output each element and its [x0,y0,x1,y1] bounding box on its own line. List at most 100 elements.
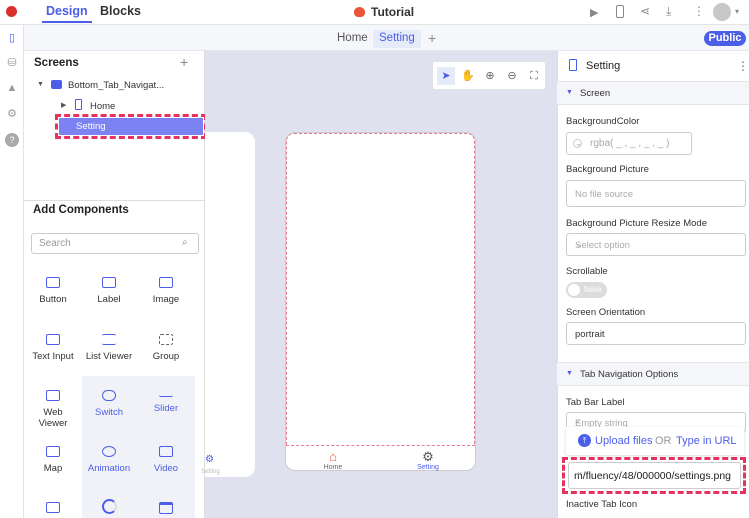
section-collapse-icon: ▼ [566,89,573,96]
resize-mode-select[interactable]: Select option ⌄ [566,233,746,256]
label-icon [102,277,116,288]
zoom-in-icon[interactable]: ⊕ [483,69,497,83]
upload-icon: ⤒ [578,434,591,447]
home-preview-settings-icon: ⚙ [205,454,214,465]
switch-icon [102,390,116,401]
search-placeholder: Search [39,238,71,249]
image-assets-icon[interactable]: ▲ [5,81,19,95]
component-label[interactable]: Label [84,277,134,305]
component-list-viewer[interactable]: List Viewer [84,334,134,362]
component-group[interactable]: Group [141,334,191,362]
screens-rail-icon[interactable]: ▯ [5,31,19,45]
screen-section-header[interactable]: ▼ Screen [557,81,749,105]
group-icon [159,334,173,345]
project-icon [354,7,365,17]
nav-home[interactable]: ⌂ Home [313,450,353,471]
icon-url-input[interactable]: m/fluency/48/000000/settings.png × [568,462,741,489]
scrollable-toggle[interactable]: false [566,282,607,298]
component-switch[interactable]: Switch [84,390,134,418]
add-screen-tab-button[interactable]: + [428,30,436,46]
component-text-input[interactable]: Text Input [28,334,78,362]
tab-design[interactable]: Design [42,4,92,23]
component-map[interactable]: Map [28,446,78,474]
screen-props-icon [569,59,577,71]
settings-gear-icon[interactable]: ⚙ [5,107,19,121]
tab-bar-label-label: Tab Bar Label [566,397,625,408]
component-web-viewer[interactable]: Web Viewer [28,390,78,429]
spinner-icon[interactable] [102,499,117,514]
fit-screen-icon[interactable]: ⛶ [527,69,541,83]
home-screen-preview[interactable]: ⚙ Setting [201,132,255,477]
text-input-icon [46,334,60,345]
component-video[interactable]: Video [141,446,191,474]
button-icon [46,277,60,288]
bg-color-picker[interactable]: rgba( _ , _ , _ , _ ) ⌄ [566,132,692,155]
slider-icon [159,390,173,397]
or-separator: OR [655,435,672,447]
play-icon[interactable]: ▶ [590,6,598,19]
component-animation[interactable]: Animation [84,446,134,474]
tree-collapse-icon[interactable]: ▶ [61,101,66,109]
setting-screen-body[interactable] [286,133,475,446]
inactive-tab-icon-label: Inactive Tab Icon [566,499,638,510]
project-title: Tutorial [371,5,415,19]
screen-tab-home[interactable]: Home [331,30,374,48]
tree-expand-icon[interactable]: ▼ [37,81,44,88]
orientation-label: Screen Orientation [566,307,646,318]
nav-setting[interactable]: ⚙ Setting [408,450,448,471]
tab-blocks[interactable]: Blocks [100,4,141,18]
screen-icon [75,99,82,110]
properties-more-icon[interactable]: ⋮ [737,59,749,73]
screens-panel-title: Screens [34,57,79,69]
download-icon[interactable]: ⤓ [666,4,671,19]
zoom-out-icon[interactable]: ⊖ [505,69,519,83]
image-icon [159,277,173,288]
bg-color-label: BackgroundColor [566,116,640,127]
left-rail: ▯ ⛁ ▲ ⚙ ? [0,25,24,518]
tree-item-home[interactable]: Home [90,101,115,112]
navigator-icon [51,80,62,89]
database-icon[interactable]: ⛁ [5,56,19,70]
select-pointer-icon[interactable]: ➤ [437,67,455,85]
component-button[interactable]: Button [28,277,78,305]
add-screen-button[interactable]: + [180,54,188,70]
calendar-icon[interactable] [159,502,173,514]
help-icon[interactable]: ? [5,133,19,147]
screen-tab-setting[interactable]: Setting [373,30,421,48]
canvas-toolbox: ➤ ✋ ⊕ ⊖ ⛶ [432,61,546,90]
home-icon: ⌂ [329,449,337,464]
animation-icon [102,446,116,457]
map-icon [46,446,60,457]
top-bar: Design Blocks Tutorial ▶ ⋖ ⤓ ⋮ ▾ [0,0,749,25]
home-preview-tab-label: Setting [201,469,220,475]
tv-icon[interactable] [46,502,60,513]
component-search-input[interactable]: Search ⌕ [31,233,199,254]
component-slider[interactable]: Slider [141,390,191,414]
bg-picture-input[interactable]: No file source [566,180,746,207]
share-icon[interactable]: ⋖ [640,4,650,18]
component-image[interactable]: Image [141,277,191,305]
chevron-down-icon: ⌄ [575,328,583,338]
resize-mode-label: Background Picture Resize Mode [566,218,707,229]
gear-icon: ⚙ [422,449,434,464]
clear-icon: × [575,417,581,427]
tab-navigation-section-header[interactable]: ▼ Tab Navigation Options [557,362,749,386]
public-button[interactable]: Public [704,31,746,46]
type-url-link[interactable]: Type in URL [676,435,737,447]
tree-item-setting-label: Setting [76,121,106,132]
section-collapse-icon: ▼ [566,370,573,377]
pan-hand-icon[interactable]: ✋ [461,69,475,83]
tree-root-navigator[interactable]: Bottom_Tab_Navigat... [68,80,164,91]
toggle-knob [568,284,580,296]
avatar[interactable] [713,3,731,21]
chevron-down-icon: ⌄ [575,239,583,249]
device-icon[interactable] [616,5,624,18]
list-icon [102,334,116,345]
clear-icon[interactable]: × [577,469,734,479]
chevron-down-icon[interactable]: ▾ [735,7,739,16]
tree-item-setting[interactable]: Setting [59,118,203,135]
upload-files-link[interactable]: Upload files [595,435,652,447]
more-vertical-icon[interactable]: ⋮ [693,4,705,18]
app-logo-icon [6,6,17,17]
orientation-select[interactable]: portrait ⌄ [566,322,746,345]
